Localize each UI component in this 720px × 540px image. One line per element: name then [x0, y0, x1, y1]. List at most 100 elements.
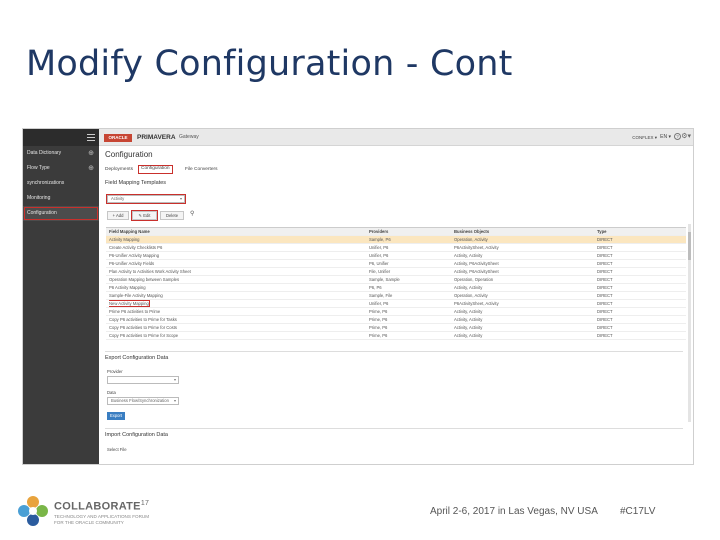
- sidebar-item-label: Monitoring: [27, 195, 51, 201]
- cell-business-objects: Operation, Operation: [454, 277, 494, 282]
- add-button[interactable]: + Add: [107, 211, 129, 220]
- cell-business-objects: Activity, Activity: [454, 285, 483, 290]
- sidebar: Data Dictionary ⊕ Flow Type ⊕ synchroniz…: [23, 129, 99, 464]
- vertical-scrollbar[interactable]: [688, 224, 691, 422]
- cell-providers: P6, Unifier: [369, 261, 389, 266]
- cell-business-objects: Operation, Activity: [454, 237, 488, 242]
- table-row[interactable]: Activity Mapping Sample, P6 Operation, A…: [106, 236, 686, 244]
- cell-providers: Prime, P6: [369, 333, 388, 338]
- mapping-grid: Field Mapping Name Providers Business Ob…: [106, 227, 686, 340]
- cell-business-objects: Activity, Activity: [454, 309, 483, 314]
- table-row[interactable]: Create Activity Checklists P6 Unifier, P…: [106, 244, 686, 252]
- sidebar-item-monitoring[interactable]: Monitoring: [23, 191, 99, 206]
- cell-providers: Unifier, P6: [369, 253, 389, 258]
- sidebar-item-label: Data Dictionary: [27, 150, 62, 156]
- sidebar-item-flow-type[interactable]: Flow Type ⊕: [23, 161, 99, 176]
- table-row[interactable]: Plan Activity to Activities Work Activit…: [106, 268, 686, 276]
- column-header[interactable]: Type: [597, 228, 677, 235]
- field-mapping-title: Field Mapping Templates: [105, 180, 167, 186]
- table-row[interactable]: New Activity Mapping Unifier, P6 P6Activ…: [106, 300, 686, 308]
- top-bar: ORACLE PRIMAVERA Gateway CONFLEX ▾ EN ▾ …: [99, 129, 693, 146]
- tab-file-converters[interactable]: File Converters: [185, 165, 218, 174]
- template-select-value: Activity: [111, 196, 125, 201]
- data-select[interactable]: Business Flow/Synchronization ▾: [107, 397, 179, 405]
- footer-tagline: TECHNOLOGY AND APPLICATIONS FORUM: [54, 514, 150, 519]
- select-file-label: Select File: [107, 447, 127, 452]
- cell-type: DIRECT: [597, 301, 613, 306]
- cell-type: DIRECT: [597, 325, 613, 330]
- logo-petal: [36, 505, 48, 517]
- column-header[interactable]: Providers: [369, 228, 449, 235]
- footer-brand-year: 17: [140, 500, 150, 507]
- cell-name: Copy P6 activities to Prime for Scope: [109, 333, 179, 338]
- cell-providers: P6, P6: [369, 285, 382, 290]
- provider-select[interactable]: ▾: [107, 376, 179, 384]
- table-row[interactable]: P6-Unifier Activity Fields P6, Unifier A…: [106, 260, 686, 268]
- template-select[interactable]: Activity ▾: [106, 194, 186, 204]
- tab-deployments[interactable]: Deployments: [105, 165, 133, 174]
- page-title: Configuration: [105, 150, 153, 159]
- cell-name: P6-Unifier Activity Mapping: [109, 253, 160, 258]
- product-name: PRIMAVERA: [137, 134, 176, 141]
- expand-icon[interactable]: ⊕: [88, 146, 94, 161]
- scrollbar-thumb[interactable]: [688, 232, 691, 260]
- sidebar-item-data-dictionary[interactable]: Data Dictionary ⊕: [23, 146, 99, 161]
- footer-event: April 2-6, 2017 in Las Vegas, NV USA: [430, 506, 598, 517]
- chevron-down-icon: ▾: [179, 196, 182, 201]
- cell-providers: File, Unifier: [369, 269, 391, 274]
- gear-icon[interactable]: ⚙▾: [681, 132, 691, 141]
- cell-providers: Prime, P6: [369, 309, 388, 314]
- table-row[interactable]: Copy P6 activities to Prime for Scope Pr…: [106, 332, 686, 340]
- sidebar-item-synchronizations[interactable]: synchronizations: [23, 176, 99, 191]
- cell-type: DIRECT: [597, 293, 613, 298]
- edit-button[interactable]: ✎ Edit: [131, 210, 158, 221]
- hamburger-menu-icon[interactable]: [87, 134, 95, 141]
- table-row[interactable]: P6 Activity Mapping P6, P6 Activity, Act…: [106, 284, 686, 292]
- tab-configuration[interactable]: Configuration: [138, 165, 173, 174]
- cell-type: DIRECT: [597, 277, 613, 282]
- footer-tagline: FOR THE ORACLE COMMUNITY: [54, 520, 124, 525]
- logo-petal: [27, 496, 39, 508]
- grid-header-row: Field Mapping Name Providers Business Ob…: [106, 228, 686, 236]
- search-icon[interactable]: ⚲: [190, 210, 194, 217]
- cell-type: DIRECT: [597, 317, 613, 322]
- chevron-down-icon: ▾: [173, 398, 176, 403]
- divider: [105, 351, 683, 352]
- table-row[interactable]: Prime P6 activities to Prime Prime, P6 A…: [106, 308, 686, 316]
- cell-providers: Unifier, P6: [369, 301, 389, 306]
- cell-name-text: New Activity Mapping: [109, 300, 150, 307]
- cell-providers: Prime, P6: [369, 317, 388, 322]
- cell-name: Operation Mapping between Samples: [109, 277, 180, 282]
- footer-brand: COLLABORATE17: [54, 500, 149, 513]
- cell-type: DIRECT: [597, 269, 613, 274]
- delete-button[interactable]: Delete: [160, 211, 184, 220]
- provider-label: Provider: [107, 369, 123, 374]
- cell-business-objects: Activity, Activity: [454, 317, 483, 322]
- sidebar-item-configuration[interactable]: Configuration: [23, 206, 99, 221]
- column-header[interactable]: Field Mapping Name: [109, 228, 359, 235]
- table-row[interactable]: Copy P6 activities to Prime for Costs Pr…: [106, 324, 686, 332]
- cell-providers: Prime, P6: [369, 325, 388, 330]
- main-content: Configuration Deployments Configuration …: [99, 146, 693, 464]
- logo-petal: [27, 514, 39, 526]
- cell-providers: Unifier, P6: [369, 245, 389, 250]
- expand-icon[interactable]: ⊕: [88, 161, 94, 176]
- cell-type: DIRECT: [597, 309, 613, 314]
- cell-name: Activity Mapping: [109, 237, 140, 242]
- language-menu[interactable]: EN ▾: [660, 132, 671, 143]
- collaborate-logo: [18, 496, 48, 526]
- export-button[interactable]: Export: [107, 412, 125, 420]
- column-header[interactable]: Business Objects: [454, 228, 594, 235]
- table-row[interactable]: Operation Mapping between Samples Sample…: [106, 276, 686, 284]
- cell-type: DIRECT: [597, 237, 613, 242]
- user-menu[interactable]: CONFLEX ▾: [632, 132, 657, 143]
- table-row[interactable]: Sample-File Activity Mapping Sample, Fil…: [106, 292, 686, 300]
- cell-business-objects: P6ActivitySheet, Activity: [454, 301, 499, 306]
- cell-name: Plan Activity to Activities Work Activit…: [109, 269, 191, 274]
- table-row[interactable]: Copy P6 activities to Prime for Tasks Pr…: [106, 316, 686, 324]
- table-row[interactable]: P6-Unifier Activity Mapping Unifier, P6 …: [106, 252, 686, 260]
- cell-type: DIRECT: [597, 245, 613, 250]
- data-label: Data: [107, 390, 116, 395]
- cell-business-objects: Activity, P6ActivitySheet: [454, 261, 499, 266]
- help-icon[interactable]: ?: [674, 133, 681, 140]
